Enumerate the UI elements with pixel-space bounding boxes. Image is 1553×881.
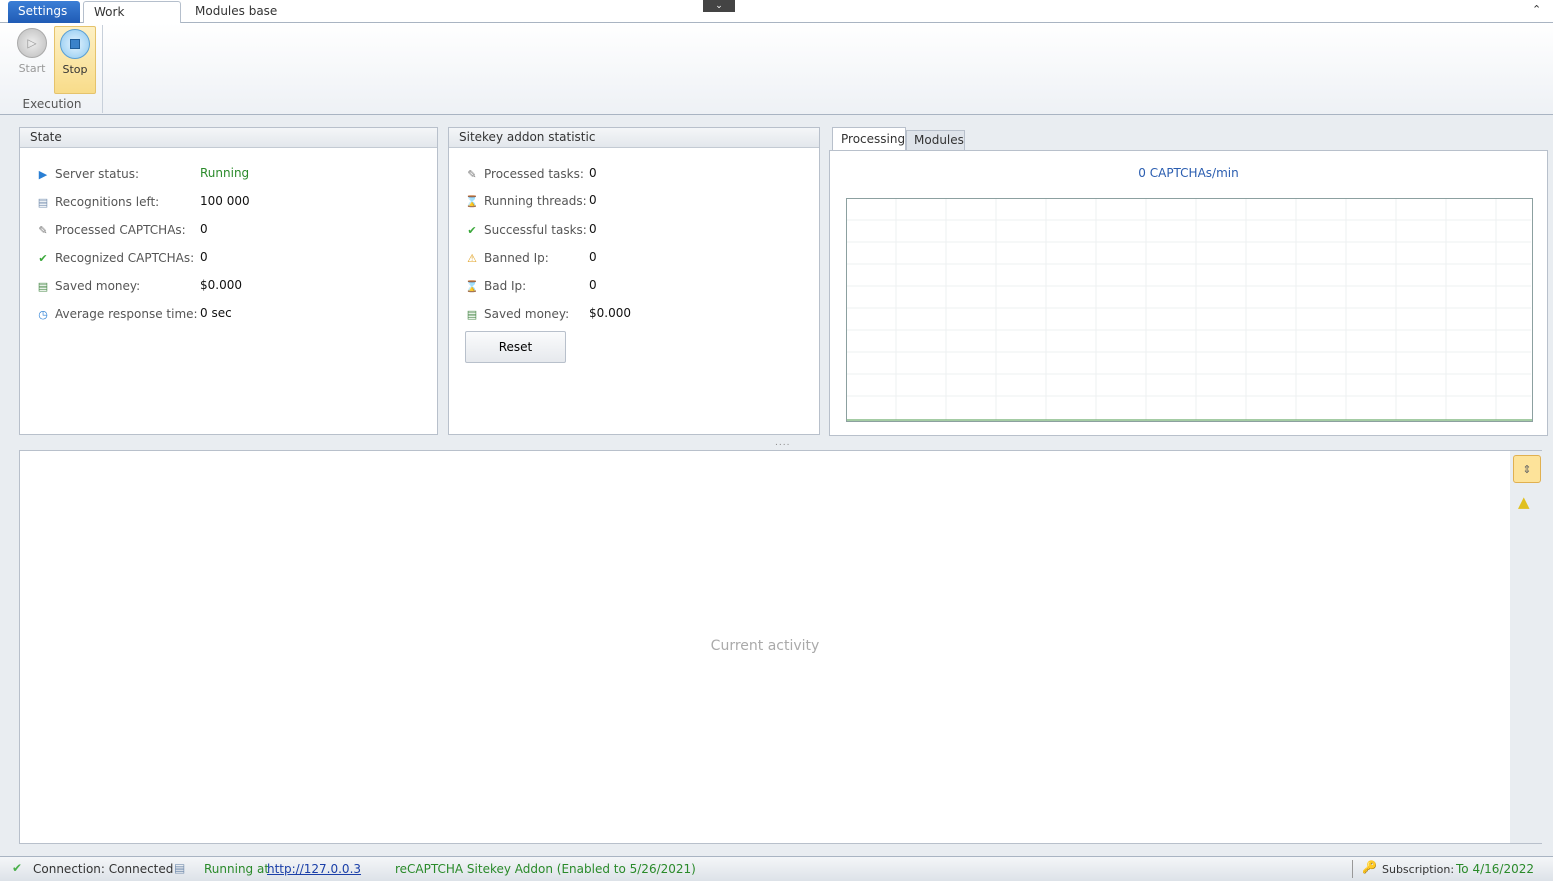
hourglass-icon: ⌛	[465, 194, 479, 208]
saved-money-value: $0.000	[200, 278, 242, 292]
running-threads-row: ⌛ Running threads:	[465, 192, 587, 210]
autoscroll-toggle-icon[interactable]: ⇕	[1513, 455, 1541, 483]
label: Successful tasks:	[484, 223, 587, 237]
start-label: Start	[18, 62, 46, 75]
group-divider	[102, 25, 103, 113]
rate-chart	[846, 198, 1533, 422]
tab-modules-base[interactable]: Modules base	[185, 1, 287, 23]
label: Recognized CAPTCHAs:	[55, 251, 195, 265]
tab-settings[interactable]: Settings	[8, 1, 80, 23]
avg-response-row: ◷ Average response time:	[36, 305, 198, 323]
money-icon: ▤	[466, 307, 478, 321]
sitekey-panel: Sitekey addon statistic ✎ Processed tasks…	[448, 127, 820, 435]
execution-group-label: Execution	[22, 97, 82, 111]
label: Recognitions left:	[55, 195, 160, 209]
edit-document-icon: ✎	[467, 167, 477, 181]
key-icon: 🔑	[1362, 860, 1377, 874]
ribbon: ▷ Start Stop Execution	[0, 23, 1553, 115]
start-button[interactable]: ▷ Start	[12, 26, 52, 94]
tab-processing[interactable]: Processing	[832, 127, 906, 151]
money-icon: ▤	[37, 279, 49, 293]
activity-toolbar: ⇕ ▲	[1510, 451, 1542, 843]
label: Running threads:	[484, 194, 587, 208]
document-icon: ▤	[37, 195, 49, 209]
state-title: State	[20, 128, 437, 148]
stop-button[interactable]: Stop	[54, 26, 96, 94]
status-bar: ✔ Connection: Connected ▤ Running at htt…	[0, 856, 1553, 881]
state-panel: State ▶ Server status: Running ▤ Recogniti…	[19, 127, 438, 435]
processing-panel: 0 CAPTCHAs/min	[829, 150, 1548, 436]
captcha-rate: 0 CAPTCHAs/min	[1138, 166, 1239, 180]
processed-captchas-row: ✎ Processed CAPTCHAs:	[36, 221, 186, 239]
recognized-captchas-value: 0	[200, 250, 208, 264]
label: Saved money:	[484, 307, 570, 321]
server-status-value: Running	[200, 166, 250, 180]
label: Server status:	[55, 167, 140, 181]
processed-tasks-row: ✎ Processed tasks:	[465, 165, 584, 183]
clock-icon: ◷	[38, 307, 48, 321]
label: Banned Ip:	[484, 251, 549, 265]
server-url-link[interactable]: http://127.0.0.3	[267, 862, 361, 876]
server-doc-icon: ▤	[174, 861, 186, 875]
saved-money-row: ▤ Saved money:	[36, 277, 140, 295]
label: Bad Ip:	[484, 279, 527, 293]
sitekey-title: Sitekey addon statistic	[449, 128, 819, 148]
edit-document-icon: ✎	[38, 223, 48, 237]
processed-tasks-value: 0	[589, 166, 597, 180]
label: Processed tasks:	[484, 167, 584, 181]
status-divider	[1352, 860, 1353, 878]
bad-ip-value: 0	[589, 278, 597, 292]
server-status-row: ▶ Server status:	[36, 165, 139, 183]
activity-placeholder: Current activity	[710, 638, 820, 654]
processed-captchas-value: 0	[200, 222, 208, 236]
running-threads-value: 0	[589, 193, 597, 207]
addon-status: reCAPTCHA Sitekey Addon (Enabled to 5/26…	[395, 862, 696, 876]
ribbon-tab-bar: Settings Work process Modules base ⌄ ⌃	[0, 0, 1553, 33]
stop-icon	[60, 29, 90, 59]
banned-ip-value: 0	[589, 250, 597, 264]
recognitions-left-value: 100 000	[200, 194, 250, 208]
minimize-ribbon-icon[interactable]: ⌃	[1532, 3, 1541, 16]
server-icon: ▶	[38, 167, 48, 181]
sitekey-saved-money-row: ▤ Saved money:	[465, 305, 569, 323]
subscription-label: Subscription:	[1382, 863, 1455, 876]
activity-panel: Current activity ⇕ ▲	[19, 450, 1542, 844]
successful-tasks-row: ✔ Successful tasks:	[465, 221, 587, 239]
hourglass-icon: ⌛	[465, 279, 479, 293]
bad-ip-row: ⌛ Bad Ip:	[465, 277, 526, 295]
reset-button[interactable]: Reset	[465, 331, 566, 363]
play-icon: ▷	[17, 28, 47, 58]
connection-status: Connection: Connected	[33, 862, 174, 876]
warning-icon: ⚠	[467, 251, 477, 265]
connected-check-icon: ✔	[12, 861, 23, 875]
splitter-grip[interactable]: ....	[775, 438, 790, 448]
subscription-value: To 4/16/2022	[1456, 862, 1534, 876]
label: Saved money:	[55, 279, 141, 293]
check-circle-icon: ✔	[467, 223, 477, 237]
sitekey-saved-money-value: $0.000	[589, 306, 631, 320]
check-circle-icon: ✔	[38, 251, 48, 265]
successful-tasks-value: 0	[589, 222, 597, 236]
label: Processed CAPTCHAs:	[55, 223, 186, 237]
recognized-captchas-row: ✔ Recognized CAPTCHAs:	[36, 249, 194, 267]
banned-ip-row: ⚠ Banned Ip:	[465, 249, 549, 267]
tab-modules[interactable]: Modules	[906, 130, 965, 151]
avg-response-value: 0 sec	[200, 306, 232, 320]
running-at-label: Running at	[204, 862, 270, 876]
label: Average response time:	[55, 307, 198, 321]
collapse-toggle-icon[interactable]: ⌄	[703, 0, 735, 12]
stop-label: Stop	[62, 63, 88, 76]
recognitions-left-row: ▤ Recognitions left:	[36, 193, 159, 211]
tab-work-process[interactable]: Work process	[83, 1, 181, 33]
clear-broom-icon[interactable]: ▲	[1518, 493, 1530, 511]
